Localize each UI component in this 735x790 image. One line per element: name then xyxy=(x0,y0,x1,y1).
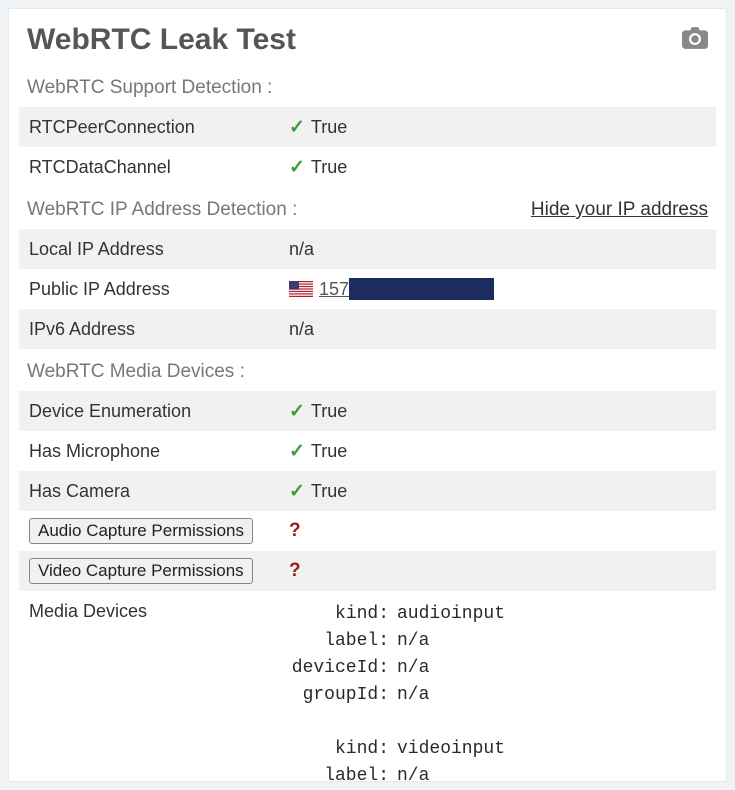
row-devices: Media Devices kind:audioinput label:n/a … xyxy=(19,591,716,782)
section-support-header: WebRTC Support Detection : xyxy=(9,65,726,107)
value-cam: ✓True xyxy=(279,471,716,511)
us-flag-icon xyxy=(289,281,313,297)
label-data: RTCDataChannel xyxy=(19,147,279,187)
section-media-header: WebRTC Media Devices : xyxy=(9,349,726,391)
label-peer: RTCPeerConnection xyxy=(19,107,279,147)
value-audio-perm: ? xyxy=(279,511,716,551)
panel-header: WebRTC Leak Test xyxy=(9,9,726,65)
row-local-ip: Local IP Address n/a xyxy=(19,229,716,269)
ip-table: Local IP Address n/a Public IP Address 1… xyxy=(19,229,716,349)
row-data: RTCDataChannel ✓True xyxy=(19,147,716,187)
check-icon: ✓ xyxy=(289,441,305,462)
check-icon: ✓ xyxy=(289,401,305,422)
label-cam: Has Camera xyxy=(19,471,279,511)
redacted-block xyxy=(349,278,494,300)
webrtc-panel: WebRTC Leak Test WebRTC Support Detectio… xyxy=(8,8,727,782)
question-icon: ? xyxy=(289,560,301,581)
label-devices: Media Devices xyxy=(19,591,279,782)
row-ipv6: IPv6 Address n/a xyxy=(19,309,716,349)
section-title-ip: WebRTC IP Address Detection : xyxy=(27,199,297,221)
value-video-perm: ? xyxy=(279,551,716,591)
check-icon: ✓ xyxy=(289,481,305,502)
value-peer: ✓True xyxy=(279,107,716,147)
media-table: Device Enumeration ✓True Has Microphone … xyxy=(19,391,716,782)
video-permissions-button[interactable]: Video Capture Permissions xyxy=(29,558,253,584)
row-cam: Has Camera ✓True xyxy=(19,471,716,511)
row-audio-perm: Audio Capture Permissions ? xyxy=(19,511,716,551)
value-mic: ✓True xyxy=(279,431,716,471)
camera-icon[interactable] xyxy=(682,26,708,55)
page-title: WebRTC Leak Test xyxy=(27,23,296,57)
label-local-ip: Local IP Address xyxy=(19,229,279,269)
public-ip-link[interactable]: 157 xyxy=(319,279,349,299)
row-public-ip: Public IP Address 157 xyxy=(19,269,716,309)
support-table: RTCPeerConnection ✓True RTCDataChannel ✓… xyxy=(19,107,716,187)
section-title-support: WebRTC Support Detection : xyxy=(27,77,272,99)
value-local-ip: n/a xyxy=(279,229,716,269)
value-data: ✓True xyxy=(279,147,716,187)
label-mic: Has Microphone xyxy=(19,431,279,471)
label-enum: Device Enumeration xyxy=(19,391,279,431)
question-icon: ? xyxy=(289,520,301,541)
check-icon: ✓ xyxy=(289,117,305,138)
value-ipv6: n/a xyxy=(279,309,716,349)
section-ip-header: WebRTC IP Address Detection : Hide your … xyxy=(9,187,726,229)
device-entry-0: kind:audioinput label:n/a deviceId:n/a g… xyxy=(289,601,706,782)
label-public-ip: Public IP Address xyxy=(19,269,279,309)
value-devices: kind:audioinput label:n/a deviceId:n/a g… xyxy=(279,591,716,782)
audio-permissions-button[interactable]: Audio Capture Permissions xyxy=(29,518,253,544)
row-mic: Has Microphone ✓True xyxy=(19,431,716,471)
hide-ip-link[interactable]: Hide your IP address xyxy=(531,199,708,221)
check-icon: ✓ xyxy=(289,157,305,178)
row-video-perm: Video Capture Permissions ? xyxy=(19,551,716,591)
value-public-ip: 157 xyxy=(279,269,716,309)
row-peer: RTCPeerConnection ✓True xyxy=(19,107,716,147)
value-enum: ✓True xyxy=(279,391,716,431)
row-enum: Device Enumeration ✓True xyxy=(19,391,716,431)
label-ipv6: IPv6 Address xyxy=(19,309,279,349)
section-title-media: WebRTC Media Devices : xyxy=(27,361,245,383)
